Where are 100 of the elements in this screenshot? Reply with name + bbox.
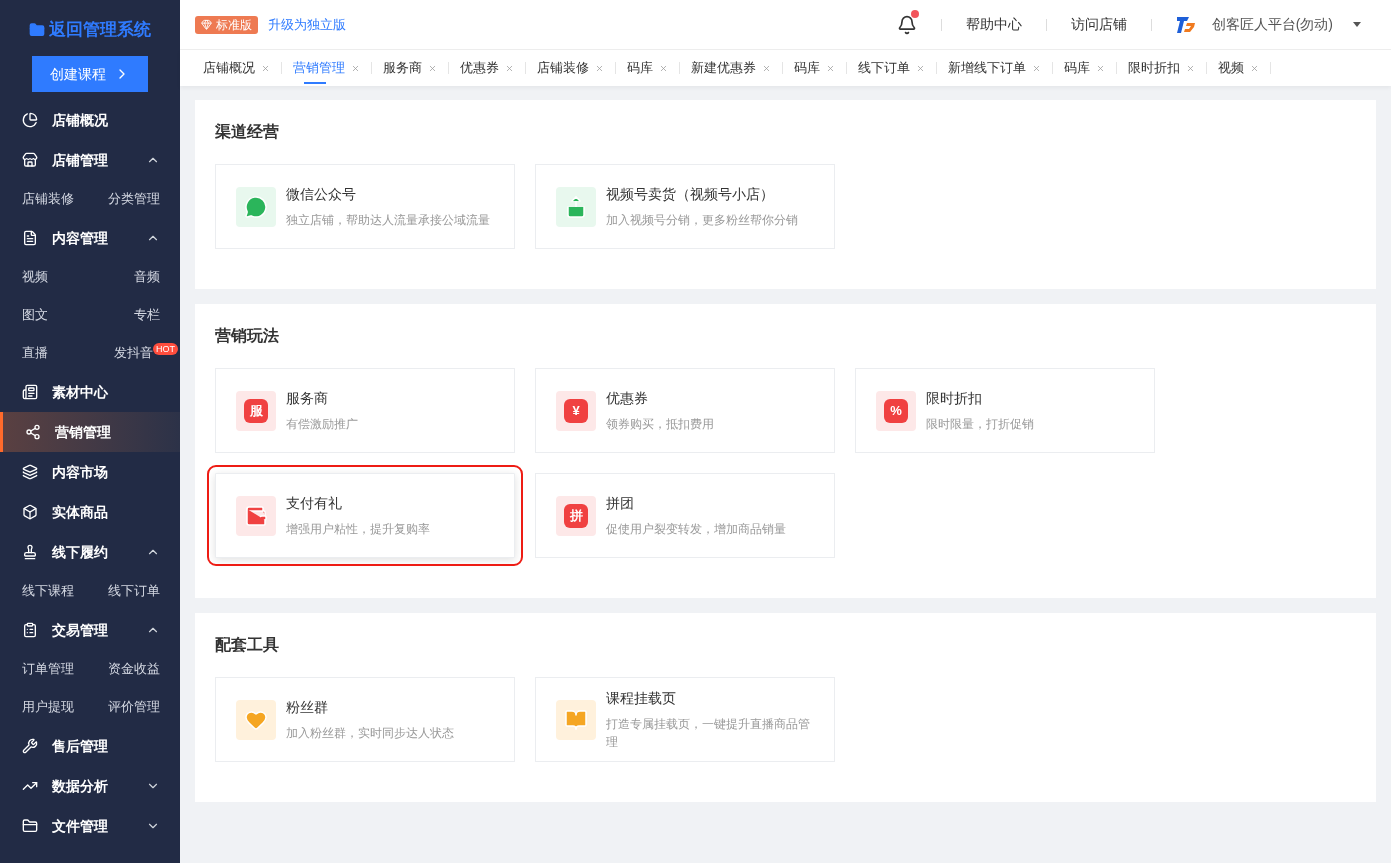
person-icon: 服 <box>236 390 276 431</box>
sidebar-item[interactable]: 营销管理 <box>0 412 180 452</box>
page-tab[interactable]: 视频 <box>1207 50 1270 86</box>
page-tab[interactable]: 店铺概况 <box>192 50 281 86</box>
section-title: 配套工具 <box>215 635 280 655</box>
card-title: 微信公众号 <box>286 185 357 204</box>
close-icon[interactable] <box>1032 63 1041 73</box>
close-icon[interactable] <box>1096 63 1105 73</box>
close-icon[interactable] <box>505 63 514 73</box>
submenu-item[interactable]: 店铺装修 <box>22 189 74 209</box>
card-description: 领券购买，抵扣费用 <box>606 416 714 433</box>
submenu-item[interactable]: 发抖音 <box>114 343 153 363</box>
sidebar-item[interactable]: 线下履约 <box>0 532 180 572</box>
sidebar-item[interactable]: 实体商品 <box>0 492 180 532</box>
close-icon[interactable] <box>595 63 604 73</box>
submenu-item[interactable]: 用户提现 <box>22 697 74 717</box>
feature-card[interactable]: 视频号卖货（视频号小店） 加入视频号分销，更多粉丝帮你分销 <box>535 164 835 249</box>
feature-card[interactable]: 服 服务商 有偿激励推广 <box>215 368 515 453</box>
sidebar-item[interactable]: 交易管理 <box>0 610 180 650</box>
page-tab[interactable]: 码库 <box>783 50 846 86</box>
sidebar-item[interactable]: 数据分析 <box>0 766 180 806</box>
submenu-item[interactable]: 线下课程 <box>22 581 74 601</box>
submenu-item[interactable]: 视频 <box>22 267 48 287</box>
badge-icon: % <box>876 390 916 431</box>
page-tab[interactable]: 新增线下订单 <box>937 50 1052 86</box>
page-tab[interactable]: 营销管理 <box>282 50 371 86</box>
submenu-item[interactable]: 线下订单 <box>108 581 160 601</box>
page-tab[interactable]: 新建优惠券 <box>680 50 782 86</box>
close-icon[interactable] <box>762 63 771 73</box>
stamp-icon <box>22 544 38 560</box>
page-tab[interactable]: 线下订单 <box>847 50 936 86</box>
card-title: 支付有礼 <box>286 494 343 513</box>
sidebar-item[interactable]: 素材中心 <box>0 372 180 412</box>
sidebar-item[interactable]: 文件管理 <box>0 806 180 846</box>
feature-card[interactable]: 微信公众号 独立店铺，帮助达人流量承接公域流量 <box>215 164 515 249</box>
close-icon[interactable] <box>1250 63 1259 73</box>
sidebar-item[interactable]: 店铺管理 <box>0 140 180 180</box>
feature-card[interactable]: 课程挂载页 打造专属挂载页，一键提升直播商品管理 <box>535 677 835 762</box>
close-icon[interactable] <box>428 63 437 73</box>
close-icon[interactable] <box>351 63 360 73</box>
card-title: 服务商 <box>286 389 329 408</box>
account-name[interactable]: 创客匠人平台(勿动) <box>1211 14 1333 35</box>
feature-card[interactable]: ¥ 优惠券 领券购买，抵扣费用 <box>535 368 835 453</box>
card-title: 限时折扣 <box>926 389 983 408</box>
page-tab[interactable]: 服务商 <box>372 50 448 86</box>
book-icon <box>556 699 596 740</box>
dropdown-caret-icon[interactable] <box>1353 22 1361 27</box>
submenu-item[interactable]: 分类管理 <box>108 189 160 209</box>
close-icon[interactable] <box>1186 63 1195 73</box>
bell-icon <box>896 14 917 35</box>
back-to-admin-link[interactable]: 返回管理系统 <box>49 17 151 43</box>
diamond-icon <box>201 19 212 30</box>
submenu-item[interactable]: 评价管理 <box>108 697 160 717</box>
document-icon <box>22 230 38 246</box>
header-link[interactable]: 帮助中心 <box>965 14 1022 35</box>
submenu-item[interactable]: 专栏 <box>134 305 160 325</box>
sidebar-item[interactable]: 内容管理 <box>0 218 180 258</box>
create-course-button[interactable]: 创建课程 <box>32 56 148 92</box>
wrench-icon <box>22 738 38 754</box>
sidebar-item[interactable]: 售后管理 <box>0 726 180 766</box>
feature-card[interactable]: % 限时折扣 限时限量，打折促销 <box>855 368 1155 453</box>
ticket-icon: ¥ <box>556 390 596 431</box>
store-icon <box>22 152 38 168</box>
card-title: 粉丝群 <box>286 698 329 717</box>
clipboard-icon <box>22 622 38 638</box>
sidebar-item[interactable]: 内容市场 <box>0 452 180 492</box>
card-description: 增强用户粘性，提升复购率 <box>286 521 430 538</box>
notebook-icon <box>22 384 38 400</box>
feature-card[interactable]: 拼 拼团 促使用户裂变转发，增加商品销量 <box>535 473 835 558</box>
card-description: 加入视频号分销，更多粉丝帮你分销 <box>606 212 798 229</box>
close-icon[interactable] <box>916 63 925 73</box>
wallet-icon <box>236 495 276 536</box>
card-description: 打造专属挂载页，一键提升直播商品管理 <box>606 716 811 751</box>
hot-badge: HOT <box>153 343 178 355</box>
submenu-item[interactable]: 音频 <box>134 267 160 287</box>
close-icon[interactable] <box>659 63 668 73</box>
card-description: 加入粉丝群，实时同步达人状态 <box>286 725 454 742</box>
cube-icon <box>22 504 38 520</box>
submenu-item[interactable]: 图文 <box>22 305 48 325</box>
page-tab[interactable]: 码库 <box>1053 50 1116 86</box>
page-tab[interactable]: 优惠券 <box>449 50 525 86</box>
sidebar-item[interactable]: 店铺概况 <box>0 100 180 140</box>
section-title: 营销玩法 <box>215 326 280 346</box>
pie-chart-icon <box>22 112 38 128</box>
submenu-item[interactable]: 直播 <box>22 343 48 363</box>
submenu-item[interactable]: 资金收益 <box>108 659 160 679</box>
chat-bubble-icon: 拼 <box>556 495 596 536</box>
card-title: 课程挂载页 <box>606 689 677 708</box>
submenu-item[interactable]: 订单管理 <box>22 659 74 679</box>
close-icon[interactable] <box>261 63 270 73</box>
layers-icon <box>22 464 38 480</box>
upgrade-link[interactable]: 升级为独立版 <box>268 14 346 35</box>
close-icon[interactable] <box>826 63 835 73</box>
feature-card[interactable]: 粉丝群 加入粉丝群，实时同步达人状态 <box>215 677 515 762</box>
card-description: 限时限量，打折促销 <box>926 416 1034 433</box>
header-link[interactable]: 访问店铺 <box>1070 14 1127 35</box>
page-tab[interactable]: 码库 <box>616 50 679 86</box>
page-tab[interactable]: 店铺装修 <box>526 50 615 86</box>
card-title: 优惠券 <box>606 389 649 408</box>
page-tab[interactable]: 限时折扣 <box>1117 50 1206 86</box>
